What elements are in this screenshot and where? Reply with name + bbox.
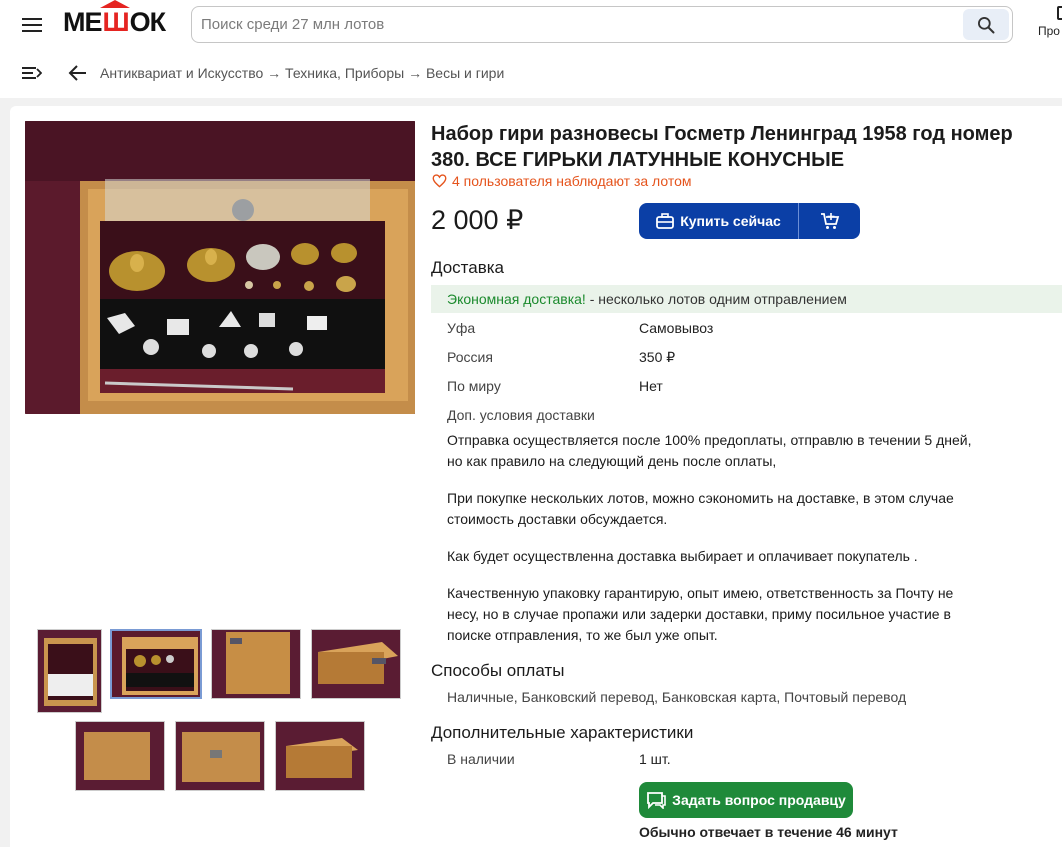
thumbnail-7[interactable] [275, 721, 365, 791]
eco-delivery-banner: Экономная доставка! - несколько лотов од… [431, 285, 1062, 313]
thumbnail-4[interactable] [311, 629, 401, 699]
menu-icon[interactable] [22, 15, 42, 33]
delivery-paragraph: Качественную упаковку гарантирую, опыт и… [447, 585, 954, 643]
buy-now-button[interactable]: Купить сейчас [639, 203, 799, 239]
delivery-heading: Доставка [431, 258, 505, 277]
delivery-paragraph: Как будет осуществленна доставка выбирае… [447, 548, 918, 564]
category-menu-icon[interactable] [22, 65, 42, 81]
delivery-row-value: 350 ₽ [639, 349, 676, 365]
stock-label: В наличии [447, 751, 515, 767]
delivery-row-label: Россия [447, 349, 493, 365]
thumbnail-1[interactable] [37, 629, 102, 713]
buy-now-label: Купить сейчас [680, 213, 781, 229]
delivery-row-value: Самовывоз [639, 320, 714, 336]
stock-value: 1 шт. [639, 751, 671, 767]
site-logo[interactable]: МЕ Ш ОК [63, 0, 166, 38]
back-arrow-icon[interactable] [68, 64, 88, 82]
delivery-row-label: По миру [447, 378, 501, 394]
heart-icon [432, 174, 447, 188]
watchers-link[interactable]: 4 пользователя наблюдают за лотом [432, 173, 692, 189]
breadcrumb: Антиквариат и Искусство → Техника, Прибо… [22, 62, 504, 84]
ask-seller-label: Задать вопрос продавцу [672, 792, 846, 808]
profile-label: Про [1038, 24, 1060, 38]
thumbnail-5[interactable] [75, 721, 165, 791]
add-to-cart-button[interactable] [799, 203, 860, 239]
thumbnail-3[interactable] [211, 629, 301, 699]
search-button[interactable] [963, 9, 1009, 40]
profile-icon [1057, 6, 1062, 20]
chat-icon [647, 792, 666, 809]
top-header: МЕШОК Про Антиквариат и Искусство → Техн… [0, 0, 1062, 98]
thumbnail-2[interactable] [110, 629, 202, 699]
search-icon [978, 16, 995, 33]
breadcrumb-item-scales[interactable]: Весы и гири [426, 65, 504, 81]
breadcrumb-item-technics[interactable]: Техника, Приборы [285, 65, 404, 81]
payment-heading: Способы оплаты [431, 661, 565, 680]
extra-delivery-label: Доп. условия доставки [447, 407, 595, 423]
delivery-row-label: Уфа [447, 320, 476, 336]
delivery-row-value: Нет [639, 378, 663, 394]
search-bar [191, 6, 1013, 43]
breadcrumb-item-antiques[interactable]: Антиквариат и Искусство [100, 65, 263, 81]
cart-add-icon [820, 213, 839, 229]
seller-reply-time: Обычно отвечает в течение 46 минут [639, 824, 898, 840]
briefcase-icon [656, 213, 675, 229]
lot-price: 2 000 ₽ [431, 205, 524, 235]
specs-heading: Дополнительные характеристики [431, 723, 694, 742]
buy-group: Купить сейчас [639, 203, 860, 239]
main-photo[interactable] [25, 121, 415, 414]
ask-seller-button[interactable]: Задать вопрос продавцу [639, 782, 853, 818]
payment-methods: Наличные, Банковский перевод, Банковская… [447, 689, 907, 705]
profile-link[interactable]: Про [1038, 6, 1062, 38]
watchers-text: 4 пользователя наблюдают за лотом [452, 173, 692, 189]
breadcrumb-path: Антиквариат и Искусство → Техника, Прибо… [100, 65, 505, 81]
thumbnail-6[interactable] [175, 721, 265, 791]
search-input[interactable] [192, 7, 963, 42]
lot-title: Набор гири разновесы Госметр Ленинград 1… [431, 123, 1013, 171]
delivery-paragraph: При покупке нескольких лотов, можно сэко… [447, 490, 954, 527]
delivery-paragraph: Отправка осуществляется после 100% предо… [447, 432, 972, 469]
